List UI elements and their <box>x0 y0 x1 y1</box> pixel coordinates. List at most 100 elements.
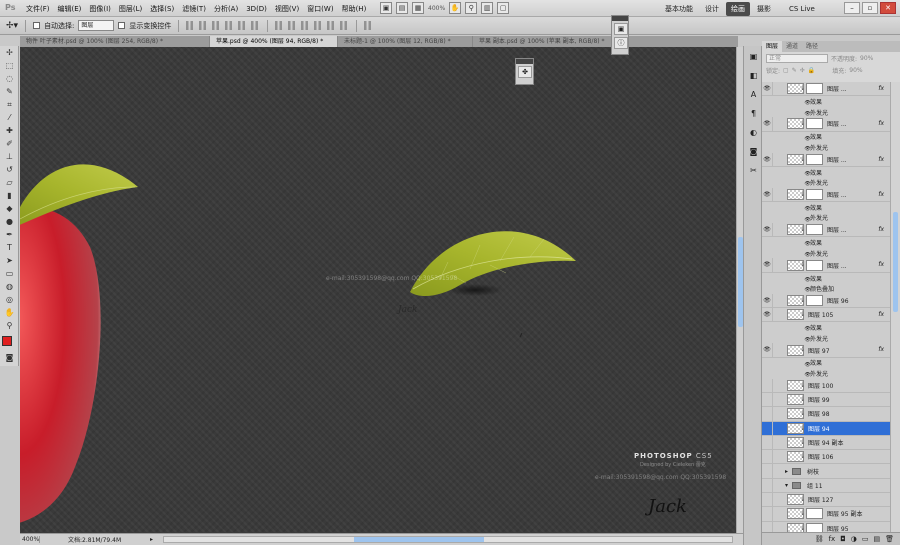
effect-visibility-icon[interactable]: 👁 <box>802 237 813 248</box>
dodge-tool-icon[interactable]: ● <box>0 215 19 228</box>
layer-row[interactable]: ↓ 图层 99 <box>762 392 890 408</box>
menu-3d[interactable]: 3D(D) <box>242 5 271 13</box>
lock-transparency-icon[interactable]: ▢ <box>783 67 789 74</box>
healing-tool-icon[interactable]: ✚ <box>0 124 19 137</box>
visibility-toggle-icon[interactable] <box>762 521 773 532</box>
visibility-toggle-icon[interactable]: 👁 <box>762 308 773 322</box>
visibility-toggle-icon[interactable] <box>762 421 773 435</box>
tab-untitled-1[interactable]: 未标题-1 @ 100% (图层 12, RGB/8) * <box>338 36 473 47</box>
distribute-left-icon[interactable] <box>314 21 324 30</box>
layers-scrollbar[interactable] <box>890 82 900 532</box>
group-disclosure-icon[interactable]: ▸ <box>785 468 788 475</box>
fx-icon[interactable]: fx <box>878 261 884 268</box>
distribute-top-icon[interactable] <box>275 21 285 30</box>
3d-orbit-tool-icon[interactable]: ◎ <box>0 293 19 306</box>
visibility-toggle-icon[interactable]: 👁 <box>762 82 773 96</box>
crop-tool-icon[interactable]: ⌗ <box>0 98 19 111</box>
scrollbar-thumb[interactable] <box>354 537 485 542</box>
visibility-toggle-icon[interactable] <box>762 464 773 478</box>
arrange-documents-icon[interactable]: ▥ <box>481 2 494 14</box>
fx-icon[interactable]: fx <box>878 120 884 127</box>
pen-tool-icon[interactable]: ✒ <box>0 228 19 241</box>
effect-visibility-icon[interactable]: 👁 <box>802 213 813 224</box>
layer-effect-row[interactable]: 👁 外发光 <box>762 213 890 224</box>
layer-row[interactable]: 👁 ↓ 图层 97 fx <box>762 343 890 358</box>
layer-effect-row[interactable]: 👁 效果 <box>762 237 890 248</box>
minibridge-icon[interactable]: ▤ <box>396 2 408 14</box>
clone-stamp-tool-icon[interactable]: ⊥ <box>0 150 19 163</box>
align-top-icon[interactable] <box>186 21 196 30</box>
new-group-icon[interactable]: ▭ <box>862 535 869 543</box>
layer-effect-row[interactable]: 👁 效果 <box>762 322 890 333</box>
opacity-value[interactable]: 90% <box>860 55 873 62</box>
visibility-toggle-icon[interactable]: 👁 <box>762 343 773 357</box>
visibility-toggle-icon[interactable] <box>762 392 773 407</box>
align-vcenter-icon[interactable] <box>199 21 209 30</box>
layer-group-row[interactable]: ▸ 树枝 <box>762 464 890 479</box>
visibility-toggle-icon[interactable]: 👁 <box>762 187 773 202</box>
layer-effect-row[interactable]: 👁 外发光 <box>762 177 890 188</box>
status-menu-arrow[interactable]: ▸ <box>150 536 153 543</box>
eraser-tool-icon[interactable]: ▱ <box>0 176 19 189</box>
layer-row[interactable]: 👁 ↓ 图层 ... fx <box>762 187 890 203</box>
scrollbar-thumb[interactable] <box>893 212 898 312</box>
path-select-tool-icon[interactable]: ➤ <box>0 254 19 267</box>
foreground-color-swatch[interactable] <box>2 336 12 346</box>
layer-row[interactable]: 👁 ↓ 图层 96 <box>762 293 890 309</box>
effect-visibility-icon[interactable]: 👁 <box>802 107 813 118</box>
menu-window[interactable]: 窗口(W) <box>303 4 337 14</box>
effect-visibility-icon[interactable]: 👁 <box>802 167 813 178</box>
status-zoom[interactable]: 400% <box>20 536 40 543</box>
fx-icon[interactable]: fx <box>878 191 884 198</box>
3d-rotate-tool-icon[interactable]: ◍ <box>0 280 19 293</box>
layer-row[interactable]: ↓ 图层 95 副本 <box>762 507 890 522</box>
layer-mask-thumbnail[interactable] <box>806 153 823 165</box>
layer-effect-row[interactable]: 👁 效果 <box>762 358 890 369</box>
fx-icon[interactable]: fx <box>878 226 884 233</box>
distribute-vcenter-icon[interactable] <box>288 21 298 30</box>
visibility-toggle-icon[interactable] <box>762 378 773 392</box>
fx-icon[interactable]: fx <box>878 346 884 353</box>
effect-visibility-icon[interactable]: 👁 <box>802 202 813 213</box>
blend-mode-dropdown[interactable]: 正常 <box>766 53 828 63</box>
eyedropper-tool-icon[interactable]: ⁄ <box>0 111 19 124</box>
lock-all-icon[interactable]: 🔒 <box>808 67 815 74</box>
cs-live-button[interactable]: CS Live <box>784 3 820 15</box>
tab-paths[interactable]: 路径 <box>802 41 822 52</box>
layer-row[interactable]: 👁 ↓ 图层 ... fx <box>762 82 890 97</box>
layer-mask-thumbnail[interactable] <box>806 259 823 271</box>
layer-list[interactable]: 👁 ↓ 图层 ... fx 👁 效果 👁 外发光 👁 ↓ 图层 ... fx 👁 效果 👁 外发光 👁 ↓ 图层 .… <box>762 82 890 532</box>
visibility-toggle-icon[interactable]: 👁 <box>762 152 773 166</box>
zoom-tool-icon[interactable]: ⚲ <box>0 319 19 332</box>
auto-select-checkbox[interactable] <box>33 22 41 29</box>
hand-tool-icon[interactable]: ✋ <box>449 2 462 14</box>
menu-view[interactable]: 视图(V) <box>271 4 303 14</box>
type-tool-icon[interactable]: T <box>0 241 19 254</box>
extras-icon[interactable]: ▦ <box>412 2 424 14</box>
visibility-toggle-icon[interactable] <box>762 450 773 464</box>
move-tool-icon[interactable]: ✢▾ <box>6 21 18 31</box>
layer-row[interactable]: ↓ 图层 98 <box>762 407 890 422</box>
bridge-icon[interactable]: ▣ <box>380 2 392 14</box>
effect-visibility-icon[interactable]: 👁 <box>802 333 813 344</box>
visibility-toggle-icon[interactable]: 👁 <box>762 223 773 237</box>
visibility-toggle-icon[interactable] <box>762 493 773 507</box>
minimize-button[interactable]: – <box>844 2 860 14</box>
adjustments-panel-icon[interactable]: ◧ <box>746 69 761 82</box>
add-style-icon[interactable]: fx <box>829 535 836 543</box>
menu-layer[interactable]: 图层(L) <box>115 4 146 14</box>
character-panel-icon[interactable]: A <box>746 88 761 101</box>
layer-row[interactable]: 👁 ↓ 图层 ... fx <box>762 258 890 273</box>
effect-visibility-icon[interactable]: 👁 <box>802 132 813 143</box>
visibility-toggle-icon[interactable] <box>762 507 773 521</box>
brush-tool-icon[interactable]: ✐ <box>0 137 19 150</box>
adjustment-layer-icon[interactable]: ◑ <box>851 535 857 543</box>
layer-row[interactable]: ↓ 图层 94 副本 <box>762 435 890 451</box>
layer-mask-thumbnail[interactable] <box>806 189 823 201</box>
align-left-icon[interactable] <box>225 21 235 30</box>
visibility-toggle-icon[interactable]: 👁 <box>762 117 773 131</box>
layer-mask-thumbnail[interactable] <box>806 522 823 532</box>
layer-row[interactable]: 👁 ↓ 图层 ... fx <box>762 223 890 238</box>
navigator-panel-icon[interactable]: ▣ <box>746 50 761 63</box>
close-button[interactable]: ✕ <box>880 2 896 14</box>
